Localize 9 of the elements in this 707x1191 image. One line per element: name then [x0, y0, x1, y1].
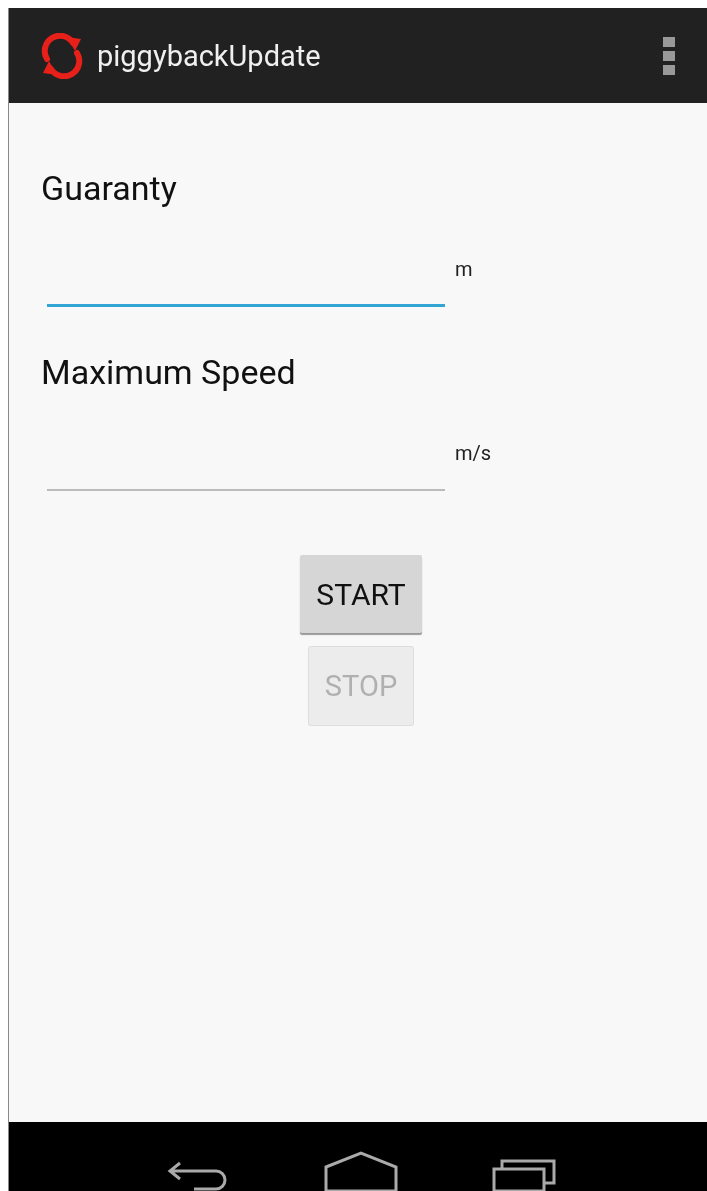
field-label: Guaranty: [41, 167, 178, 210]
overflow-menu-icon[interactable]: [663, 36, 675, 75]
app-title: piggybackUpdate: [97, 38, 322, 73]
sync-icon: [39, 32, 85, 79]
unit-label: m: [455, 257, 473, 281]
start-button[interactable]: START: [300, 555, 422, 633]
field-label: Maximum Speed: [41, 351, 297, 394]
home-icon[interactable]: [324, 1151, 398, 1191]
unit-label: m/s: [455, 441, 492, 465]
